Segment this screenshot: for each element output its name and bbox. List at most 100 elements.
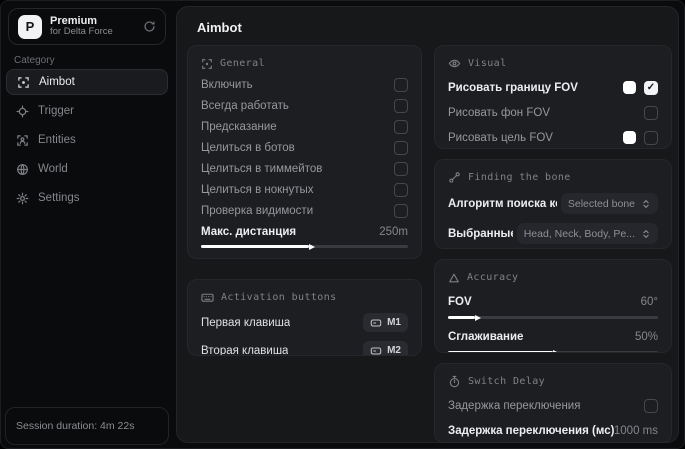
sidebar: P Premium for Delta Force Category Aimbo… — [0, 0, 174, 449]
keybind-label: Первая клавиша — [201, 316, 291, 329]
checkbox-aim-bots[interactable] — [394, 140, 408, 155]
main-panel: Aimbot General Включить Всегда работать … — [176, 6, 679, 443]
checkbox-visibility-check[interactable] — [394, 203, 408, 218]
app-logo: P — [18, 14, 42, 39]
mouse-button-icon — [370, 317, 382, 329]
card-finding-the-bone: Finding the bone Алгоритм поиска костей … — [434, 159, 672, 249]
sidebar-item-label: Aimbot — [39, 76, 75, 88]
session-duration: Session duration: 4m 22s — [5, 407, 169, 445]
card-accuracy-header: Accuracy — [448, 271, 658, 284]
max-distance-slider[interactable] — [201, 245, 408, 248]
sidebar-item-settings[interactable]: Settings — [6, 185, 168, 211]
card-switch-header: Switch Delay — [448, 375, 658, 388]
crosshair-scan-icon — [17, 76, 30, 89]
person-scan-icon — [16, 134, 29, 147]
card-switch-delay: Switch Delay Задержка переключения Задер… — [434, 363, 672, 443]
card-header-label: Visual — [468, 58, 507, 69]
stopwatch-icon — [448, 375, 461, 388]
sidebar-item-trigger[interactable]: Trigger — [6, 98, 168, 124]
sidebar-item-aimbot[interactable]: Aimbot — [6, 69, 168, 95]
sidebar-item-label: Trigger — [38, 105, 74, 117]
sidebar-item-label: Entities — [38, 134, 76, 146]
toggle-label: Всегда работать — [201, 99, 289, 112]
checkbox-aim-teammates[interactable] — [394, 161, 408, 176]
color-swatch[interactable] — [623, 131, 636, 144]
refresh-icon[interactable] — [143, 20, 156, 33]
card-activation-buttons: Activation buttons Первая клавиша M1 Вто… — [187, 279, 422, 356]
toggle-label: Проверка видимости — [201, 204, 314, 217]
card-finding-header: Finding the bone — [448, 171, 658, 184]
slider-fill — [448, 351, 553, 352]
unfold-icon — [641, 199, 651, 209]
checkbox-aim-knocked[interactable] — [394, 182, 408, 197]
keyboard-icon — [201, 291, 214, 304]
slider-label: Сглаживание — [448, 330, 524, 343]
toggle-label: Целиться в ботов — [201, 141, 295, 154]
mouse-button-icon — [370, 345, 382, 356]
card-activation-header: Activation buttons — [201, 291, 408, 304]
slider-value: 50% — [634, 330, 658, 343]
card-header-label: General — [220, 58, 265, 69]
checkbox-draw-fov-background[interactable] — [644, 105, 658, 120]
card-header-label: Switch Delay — [468, 376, 546, 387]
selected-bones-select[interactable]: Head, Neck, Body, Pe... — [516, 223, 658, 244]
slider-label: Задержка переключения (мс) — [448, 424, 614, 437]
select-value: Selected bone — [567, 197, 635, 210]
slider-label: Макс. дистанция — [201, 225, 297, 238]
sidebar-nav: Aimbot Trigger Entities World Settings — [6, 69, 168, 214]
unfold-icon — [641, 229, 651, 239]
triangle-icon — [448, 272, 460, 284]
bone-icon — [448, 171, 461, 184]
select-label: Алгоритм поиска костей — [448, 197, 557, 210]
toggle-label: Включить — [201, 78, 253, 91]
gear-icon — [16, 192, 29, 205]
slider-label: FOV — [448, 295, 472, 308]
keybind-label: Вторая клавиша — [201, 344, 289, 356]
card-visual-header: Visual — [448, 57, 658, 70]
sidebar-item-label: World — [38, 163, 68, 175]
keybind-value: M1 — [387, 317, 401, 328]
sidebar-item-entities[interactable]: Entities — [6, 127, 168, 153]
toggle-label: Рисовать фон FOV — [448, 106, 550, 119]
smoothing-slider[interactable] — [448, 351, 658, 352]
keybind-button-secondary[interactable]: M2 — [363, 341, 408, 356]
select-value: Head, Neck, Body, Pe... — [523, 227, 635, 240]
select-label: Выбранные кости — [448, 227, 513, 240]
globe-icon — [16, 163, 29, 176]
target-icon — [16, 105, 29, 118]
checkbox-enable[interactable] — [394, 77, 408, 92]
toggle-label: Рисовать границу FOV — [448, 81, 578, 94]
card-visual: Visual Рисовать границу FOV Рисовать фон… — [434, 45, 672, 149]
checkbox-draw-fov-border[interactable] — [644, 80, 658, 95]
logo-letter: P — [25, 19, 35, 34]
toggle-label: Задержка переключения — [448, 399, 581, 412]
keybind-button-primary[interactable]: M1 — [363, 313, 408, 332]
fov-slider[interactable] — [448, 316, 658, 319]
license-card: P Premium for Delta Force — [8, 8, 166, 45]
app-window: P Premium for Delta Force Category Aimbo… — [0, 0, 685, 449]
card-header-label: Finding the bone — [468, 172, 571, 183]
sidebar-item-label: Settings — [38, 192, 80, 204]
card-accuracy: Accuracy FOV 60° Сглаживание 50% — [434, 259, 672, 353]
sidebar-item-world[interactable]: World — [6, 156, 168, 182]
checkbox-prediction[interactable] — [394, 119, 408, 134]
card-header-label: Activation buttons — [221, 292, 337, 303]
toggle-label: Целиться в нокнутых — [201, 183, 314, 196]
checkbox-always-work[interactable] — [394, 98, 408, 113]
color-swatch[interactable] — [623, 81, 636, 94]
license-subtitle: for Delta Force — [50, 26, 113, 38]
checkbox-switch-delay[interactable] — [644, 398, 658, 413]
slider-value: 250m — [379, 225, 408, 238]
slider-value: 1000 ms — [613, 424, 658, 437]
category-label: Category — [14, 55, 55, 66]
slider-fill — [201, 245, 309, 248]
crosshair-scan-icon — [201, 58, 213, 70]
card-header-label: Accuracy — [467, 272, 519, 283]
keybind-value: M2 — [387, 345, 401, 356]
bone-algorithm-select[interactable]: Selected bone — [560, 193, 658, 214]
checkbox-draw-fov-target[interactable] — [644, 130, 658, 145]
card-general-header: General — [201, 57, 408, 70]
slider-value: 60° — [640, 295, 658, 308]
slider-fill — [448, 316, 476, 319]
toggle-label: Рисовать цель FOV — [448, 131, 553, 144]
